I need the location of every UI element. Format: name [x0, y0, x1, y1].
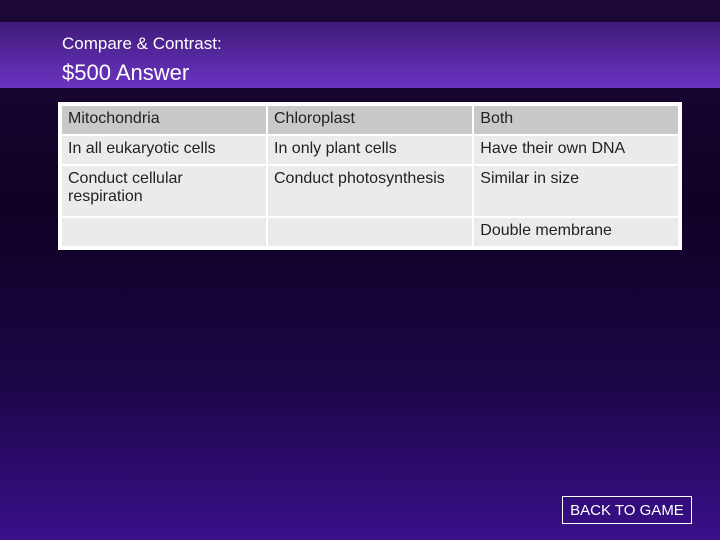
- table-row: In all eukaryotic cells In only plant ce…: [62, 136, 678, 164]
- table-cell: Have their own DNA: [474, 136, 678, 164]
- column-header: Mitochondria: [62, 106, 266, 134]
- table-cell: [268, 218, 473, 246]
- table-cell: In all eukaryotic cells: [62, 136, 266, 164]
- table-cell: Similar in size: [474, 166, 678, 216]
- column-header: Chloroplast: [268, 106, 473, 134]
- page-title: $500 Answer: [62, 60, 190, 85]
- category-subtitle: Compare & Contrast:: [62, 34, 222, 53]
- table-row: Double membrane: [62, 218, 678, 246]
- table-row: Conduct cellular respiration Conduct pho…: [62, 166, 678, 216]
- table-cell: Conduct photosynthesis: [268, 166, 473, 216]
- back-to-game-button[interactable]: BACK TO GAME: [562, 496, 692, 524]
- table-cell: In only plant cells: [268, 136, 473, 164]
- table-cell: Conduct cellular respiration: [62, 166, 266, 216]
- table-cell: [62, 218, 266, 246]
- column-header: Both: [474, 106, 678, 134]
- answer-table: Mitochondria Chloroplast Both In all euk…: [58, 102, 682, 250]
- table-cell: Double membrane: [474, 218, 678, 246]
- table-header-row: Mitochondria Chloroplast Both: [62, 106, 678, 134]
